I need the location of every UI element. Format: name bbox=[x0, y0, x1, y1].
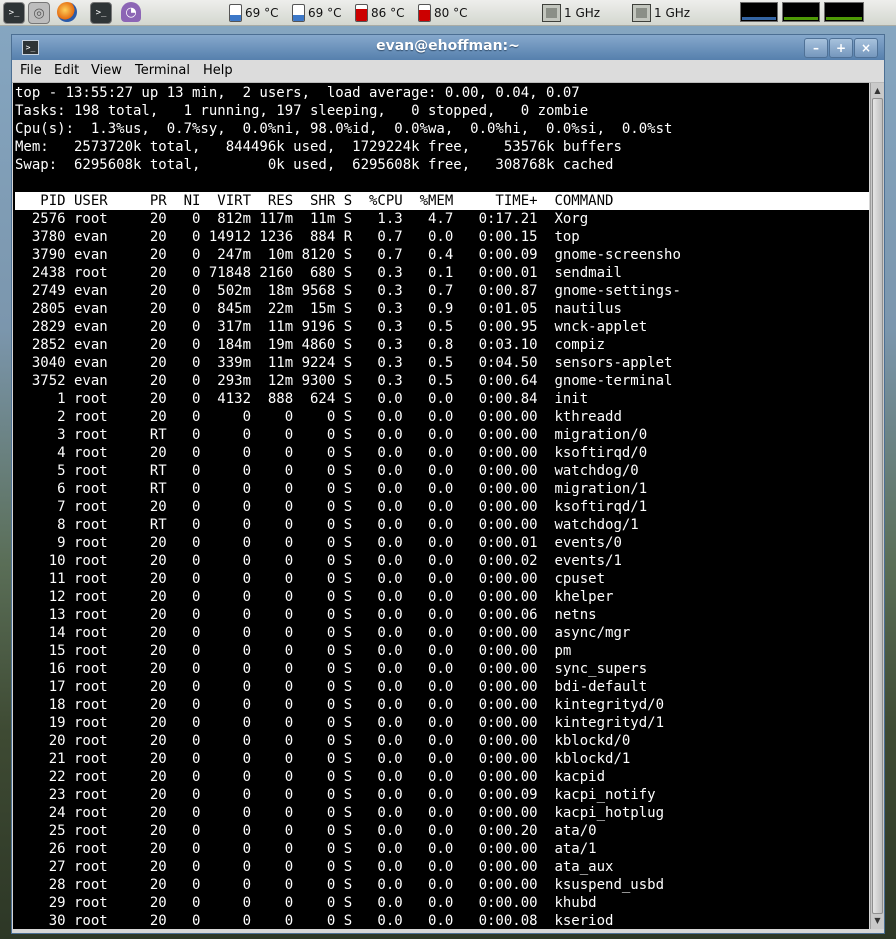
thermometer-fill bbox=[293, 15, 304, 21]
top-output: top - 13:55:27 up 13 min, 2 users, load … bbox=[15, 84, 869, 929]
process-row: 10 root 20 0 0 0 0 S 0.0 0.0 0:00.02 eve… bbox=[15, 553, 622, 569]
cpu-temp-sensor-3[interactable]: 86 °C bbox=[355, 4, 404, 22]
process-row: 1 root 20 0 4132 888 624 S 0.0 0.0 0:00.… bbox=[15, 391, 589, 407]
scrollbar-thumb[interactable] bbox=[872, 98, 883, 914]
cpu-temp-sensor-2[interactable]: 69 °C bbox=[292, 4, 341, 22]
top-summary-line: top - 13:55:27 up 13 min, 2 users, load … bbox=[15, 85, 580, 101]
process-row: 5 root RT 0 0 0 0 S 0.0 0.0 0:00.00 watc… bbox=[15, 463, 639, 479]
process-row: 2852 evan 20 0 184m 19m 4860 S 0.3 0.8 0… bbox=[15, 337, 606, 353]
cpu-frequency-value: 1 GHz bbox=[564, 6, 601, 20]
menu-bar: File Edit View Terminal Help bbox=[12, 60, 884, 83]
system-monitor-network-graph[interactable] bbox=[824, 2, 864, 22]
thermometer-fill bbox=[356, 9, 367, 21]
minimize-button[interactable]: – bbox=[804, 38, 828, 58]
process-row: 3 root RT 0 0 0 0 S 0.0 0.0 0:00.00 migr… bbox=[15, 427, 648, 443]
process-row: 6 root RT 0 0 0 0 S 0.0 0.0 0:00.00 migr… bbox=[15, 481, 648, 497]
scroll-up-arrow-icon[interactable]: ▲ bbox=[872, 85, 883, 97]
process-row: 11 root 20 0 0 0 0 S 0.0 0.0 0:00.00 cpu… bbox=[15, 571, 606, 587]
process-row: 3752 evan 20 0 293m 12m 9300 S 0.3 0.5 0… bbox=[15, 373, 673, 389]
sensor-value: 86 °C bbox=[371, 6, 405, 20]
cpu-frequency-monitor-1[interactable]: 1 GHz bbox=[542, 4, 600, 22]
process-row: 30 root 20 0 0 0 0 S 0.0 0.0 0:00.08 kse… bbox=[15, 913, 614, 929]
sensor-value: 69 °C bbox=[245, 6, 279, 20]
menu-help[interactable]: Help bbox=[203, 63, 233, 78]
process-row: 9 root 20 0 0 0 0 S 0.0 0.0 0:00.01 even… bbox=[15, 535, 622, 551]
pidgin-icon[interactable]: ◔ bbox=[121, 2, 141, 22]
process-row: 16 root 20 0 0 0 0 S 0.0 0.0 0:00.00 syn… bbox=[15, 661, 648, 677]
process-row: 2438 root 20 0 71848 2160 680 S 0.3 0.1 … bbox=[15, 265, 622, 281]
thermometer-icon bbox=[355, 4, 368, 22]
process-row: 2805 evan 20 0 845m 22m 15m S 0.3 0.9 0:… bbox=[15, 301, 622, 317]
terminal-scrollbar[interactable]: ▲ ▼ bbox=[870, 83, 884, 929]
help-lifebuoy-icon[interactable]: ◎ bbox=[28, 2, 50, 24]
process-row: 28 root 20 0 0 0 0 S 0.0 0.0 0:00.00 ksu… bbox=[15, 877, 665, 893]
system-monitor-cpu-graph[interactable] bbox=[740, 2, 778, 22]
process-row: 4 root 20 0 0 0 0 S 0.0 0.0 0:00.00 ksof… bbox=[15, 445, 648, 461]
scroll-down-arrow-icon[interactable]: ▼ bbox=[872, 915, 883, 927]
process-row: 22 root 20 0 0 0 0 S 0.0 0.0 0:00.00 kac… bbox=[15, 769, 606, 785]
process-row: 8 root RT 0 0 0 0 S 0.0 0.0 0:00.00 watc… bbox=[15, 517, 639, 533]
top-summary-line: Tasks: 198 total, 1 running, 197 sleepin… bbox=[15, 103, 589, 119]
thermometer-icon bbox=[418, 4, 431, 22]
process-row: 29 root 20 0 0 0 0 S 0.0 0.0 0:00.00 khu… bbox=[15, 895, 597, 911]
process-row: 19 root 20 0 0 0 0 S 0.0 0.0 0:00.00 kin… bbox=[15, 715, 665, 731]
terminal-window: >_ evan@ehoffman:~ – + × File Edit View … bbox=[11, 34, 885, 934]
process-row: 20 root 20 0 0 0 0 S 0.0 0.0 0:00.00 kbl… bbox=[15, 733, 631, 749]
top-panel: >_ ◎ >_ ◔ 69 °C 69 °C 86 °C 80 °C 1 GHz … bbox=[0, 0, 896, 26]
process-row: 2 root 20 0 0 0 0 S 0.0 0.0 0:00.00 kthr… bbox=[15, 409, 622, 425]
sensor-value: 69 °C bbox=[308, 6, 342, 20]
graph-bar bbox=[742, 17, 776, 20]
top-summary-line: Swap: 6295608k total, 0k used, 6295608k … bbox=[15, 157, 614, 173]
window-title: evan@ehoffman:~ bbox=[376, 38, 520, 54]
menu-terminal[interactable]: Terminal bbox=[135, 63, 190, 78]
thermometer-fill bbox=[419, 9, 430, 21]
process-row: 17 root 20 0 0 0 0 S 0.0 0.0 0:00.00 bdi… bbox=[15, 679, 648, 695]
process-row: 3040 evan 20 0 339m 11m 9224 S 0.3 0.5 0… bbox=[15, 355, 673, 371]
process-table-header: PID USER PR NI VIRT RES SHR S %CPU %MEM … bbox=[15, 192, 869, 210]
graph-bar bbox=[784, 17, 818, 20]
firefox-icon[interactable] bbox=[57, 2, 77, 22]
window-titlebar[interactable]: >_ evan@ehoffman:~ – + × bbox=[12, 35, 884, 60]
top-summary-line: Mem: 2573720k total, 844496k used, 17292… bbox=[15, 139, 622, 155]
maximize-button[interactable]: + bbox=[829, 38, 853, 58]
thermometer-icon bbox=[229, 4, 242, 22]
process-row: 12 root 20 0 0 0 0 S 0.0 0.0 0:00.00 khe… bbox=[15, 589, 614, 605]
process-row: 21 root 20 0 0 0 0 S 0.0 0.0 0:00.00 kbl… bbox=[15, 751, 631, 767]
process-row: 7 root 20 0 0 0 0 S 0.0 0.0 0:00.00 ksof… bbox=[15, 499, 648, 515]
cpu-temp-sensor-4[interactable]: 80 °C bbox=[418, 4, 467, 22]
terminal-screen[interactable]: top - 13:55:27 up 13 min, 2 users, load … bbox=[13, 83, 869, 929]
close-button[interactable]: × bbox=[854, 38, 878, 58]
process-row: 14 root 20 0 0 0 0 S 0.0 0.0 0:00.00 asy… bbox=[15, 625, 631, 641]
process-row: 3790 evan 20 0 247m 10m 8120 S 0.7 0.4 0… bbox=[15, 247, 681, 263]
menu-edit[interactable]: Edit bbox=[54, 63, 79, 78]
thermometer-icon bbox=[292, 4, 305, 22]
process-row: 15 root 20 0 0 0 0 S 0.0 0.0 0:00.00 pm bbox=[15, 643, 572, 659]
sensor-value: 80 °C bbox=[434, 6, 468, 20]
cpu-temp-sensor-1[interactable]: 69 °C bbox=[229, 4, 278, 22]
cpu-chip-icon bbox=[632, 4, 651, 22]
system-monitor-memory-graph[interactable] bbox=[782, 2, 820, 22]
process-row: 2576 root 20 0 812m 117m 11m S 1.3 4.7 0… bbox=[15, 211, 589, 227]
menu-file[interactable]: File bbox=[20, 63, 42, 78]
top-summary-line: Cpu(s): 1.3%us, 0.7%sy, 0.0%ni, 98.0%id,… bbox=[15, 121, 673, 137]
process-row: 23 root 20 0 0 0 0 S 0.0 0.0 0:00.09 kac… bbox=[15, 787, 656, 803]
process-row: 3780 evan 20 0 14912 1236 884 R 0.7 0.0 … bbox=[15, 229, 580, 245]
process-row: 2749 evan 20 0 502m 18m 9568 S 0.3 0.7 0… bbox=[15, 283, 681, 299]
cpu-frequency-value: 1 GHz bbox=[654, 6, 691, 20]
process-row: 27 root 20 0 0 0 0 S 0.0 0.0 0:00.00 ata… bbox=[15, 859, 614, 875]
graph-bar bbox=[826, 17, 862, 20]
menu-view[interactable]: View bbox=[91, 63, 122, 78]
process-row: 25 root 20 0 0 0 0 S 0.0 0.0 0:00.20 ata… bbox=[15, 823, 597, 839]
thermometer-fill bbox=[230, 15, 241, 21]
terminal-launcher-icon[interactable]: >_ bbox=[3, 2, 25, 24]
process-row: 18 root 20 0 0 0 0 S 0.0 0.0 0:00.00 kin… bbox=[15, 697, 665, 713]
cpu-chip-icon bbox=[542, 4, 561, 22]
process-row: 26 root 20 0 0 0 0 S 0.0 0.0 0:00.00 ata… bbox=[15, 841, 597, 857]
process-row: 13 root 20 0 0 0 0 S 0.0 0.0 0:00.06 net… bbox=[15, 607, 597, 623]
process-row: 2829 evan 20 0 317m 11m 9196 S 0.3 0.5 0… bbox=[15, 319, 648, 335]
terminal-icon[interactable]: >_ bbox=[90, 2, 112, 24]
process-row: 24 root 20 0 0 0 0 S 0.0 0.0 0:00.00 kac… bbox=[15, 805, 665, 821]
cpu-frequency-monitor-2[interactable]: 1 GHz bbox=[632, 4, 690, 22]
